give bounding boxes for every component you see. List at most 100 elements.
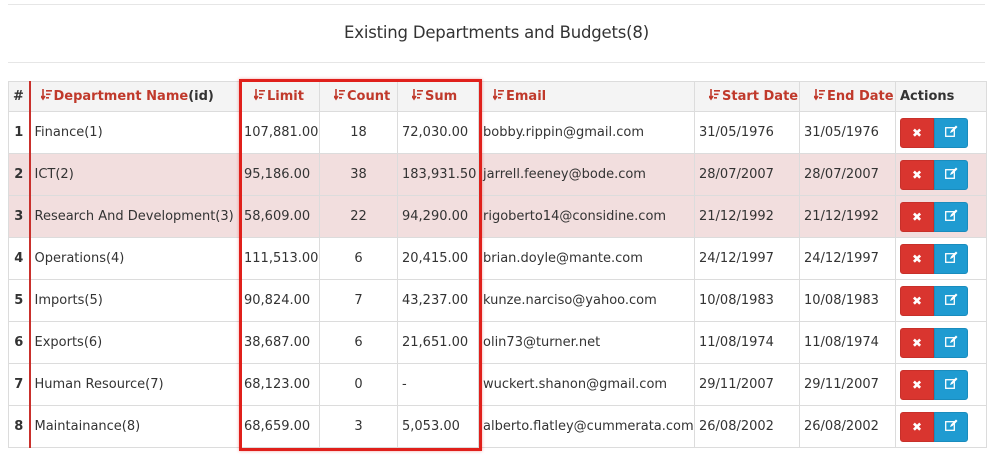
delete-button[interactable]: ✖ [900,327,934,358]
times-icon: ✖ [911,293,923,308]
cell-start-date: 31/05/1976 [694,111,800,154]
table-row: 3 Research And Development(3) 58,609.00 22 9… [8,195,987,238]
cell-limit: 68,123.00 [239,363,320,406]
cell-actions: ✖ [895,405,987,448]
cell-email: brian.doyle@mante.com [478,237,695,280]
row-number: 4 [8,237,30,280]
cell-limit: 38,687.00 [239,321,320,364]
cell-actions: ✖ [895,153,987,196]
cell-sum: 94,290.00 [397,195,479,238]
table-row: 5 Imports(5) 90,824.00 7 43,237.00 kunze.narc… [8,279,987,322]
edit-button[interactable] [934,201,968,232]
delete-button[interactable]: ✖ [900,285,934,316]
cell-department-name: Operations(4) [28,237,240,280]
cell-sum: - [397,363,479,406]
header-sum-label: Sum [425,89,458,104]
cell-limit: 111,513.00 [239,237,320,280]
header-department-name[interactable]: Department Name(id) [28,81,240,112]
edit-icon [944,167,958,182]
header-limit[interactable]: Limit [239,81,320,112]
cell-sum: 21,651.00 [397,321,479,364]
delete-button[interactable]: ✖ [900,243,934,274]
delete-button[interactable]: ✖ [900,369,934,400]
cell-limit: 95,186.00 [239,153,320,196]
row-number: 2 [8,153,30,196]
edit-icon [944,209,958,224]
cell-end-date: 21/12/1992 [799,195,896,238]
cell-actions: ✖ [895,321,987,364]
header-sum[interactable]: Sum [397,81,479,112]
action-buttons: ✖ [900,369,968,400]
edit-button[interactable] [934,117,968,148]
table-row: 4 Operations(4) 111,513.00 6 20,415.00 brian.… [8,237,987,280]
header-start-date-label: Start Date [722,89,799,104]
cell-count: 0 [319,363,398,406]
header-email[interactable]: Email [478,81,695,112]
cell-end-date: 28/07/2007 [799,153,896,196]
edit-button[interactable] [934,327,968,358]
cell-sum: 5,053.00 [397,405,479,448]
cell-start-date: 11/08/1974 [694,321,800,364]
cell-limit: 58,609.00 [239,195,320,238]
table-row: 7 Human Resource(7) 68,123.00 0- wuckert.sha… [8,363,987,406]
edit-button[interactable] [934,159,968,190]
row-number: 8 [8,405,30,448]
cell-actions: ✖ [895,237,987,280]
cell-end-date: 24/12/1997 [799,237,896,280]
delete-button[interactable]: ✖ [900,159,934,190]
page-title: Existing Departments and Budgets(8) [344,23,649,42]
times-icon: ✖ [911,335,923,350]
times-icon: ✖ [911,209,923,224]
action-buttons: ✖ [900,285,968,316]
delete-button[interactable]: ✖ [900,201,934,232]
sort-icon [334,89,345,101]
delete-button[interactable]: ✖ [900,411,934,442]
cell-start-date: 24/12/1997 [694,237,800,280]
cell-email: wuckert.shanon@gmail.com [478,363,695,406]
cell-count: 18 [319,111,398,154]
row-number: 1 [8,111,30,154]
edit-button[interactable] [934,369,968,400]
cell-limit: 68,659.00 [239,405,320,448]
cell-sum: 20,415.00 [397,237,479,280]
action-buttons: ✖ [900,411,968,442]
cell-end-date: 29/11/2007 [799,363,896,406]
cell-email: kunze.narciso@yahoo.com [478,279,695,322]
cell-start-date: 28/07/2007 [694,153,800,196]
table-row: 6 Exports(6) 38,687.00 6 21,651.00 olin73@tur… [8,321,987,364]
cell-end-date: 31/05/1976 [799,111,896,154]
times-icon: ✖ [911,251,923,266]
edit-button[interactable] [934,243,968,274]
row-number: 6 [8,321,30,364]
edit-button[interactable] [934,285,968,316]
cell-count: 22 [319,195,398,238]
cell-count: 6 [319,321,398,364]
cell-department-name: ICT(2) [28,153,240,196]
cell-limit: 107,881.00 [239,111,320,154]
edit-button[interactable] [934,411,968,442]
header-end-date[interactable]: End Date [799,81,896,112]
header-actions: Actions [895,81,987,112]
header-limit-label: Limit [267,89,304,104]
edit-icon [944,335,958,350]
cell-department-name: Imports(5) [28,279,240,322]
header-count[interactable]: Count [319,81,398,112]
sort-icon [493,89,504,101]
cell-actions: ✖ [895,363,987,406]
cell-actions: ✖ [895,195,987,238]
action-buttons: ✖ [900,117,968,148]
header-start-date[interactable]: Start Date [694,81,800,112]
action-buttons: ✖ [900,159,968,190]
edit-icon [944,125,958,140]
delete-button[interactable]: ✖ [900,117,934,148]
cell-email: alberto.flatley@cummerata.com [478,405,695,448]
table-row: 8 Maintainance(8) 68,659.00 3 5,053.00 albert… [8,405,987,448]
cell-count: 6 [319,237,398,280]
table-header-row: # Department Name(id) Limit Count Sum Em… [8,81,987,112]
row-number: 7 [8,363,30,406]
cell-email: jarrell.feeney@bode.com [478,153,695,196]
cell-email: olin73@turner.net [478,321,695,364]
edit-icon [944,293,958,308]
top-divider [8,4,985,5]
cell-sum: 43,237.00 [397,279,479,322]
